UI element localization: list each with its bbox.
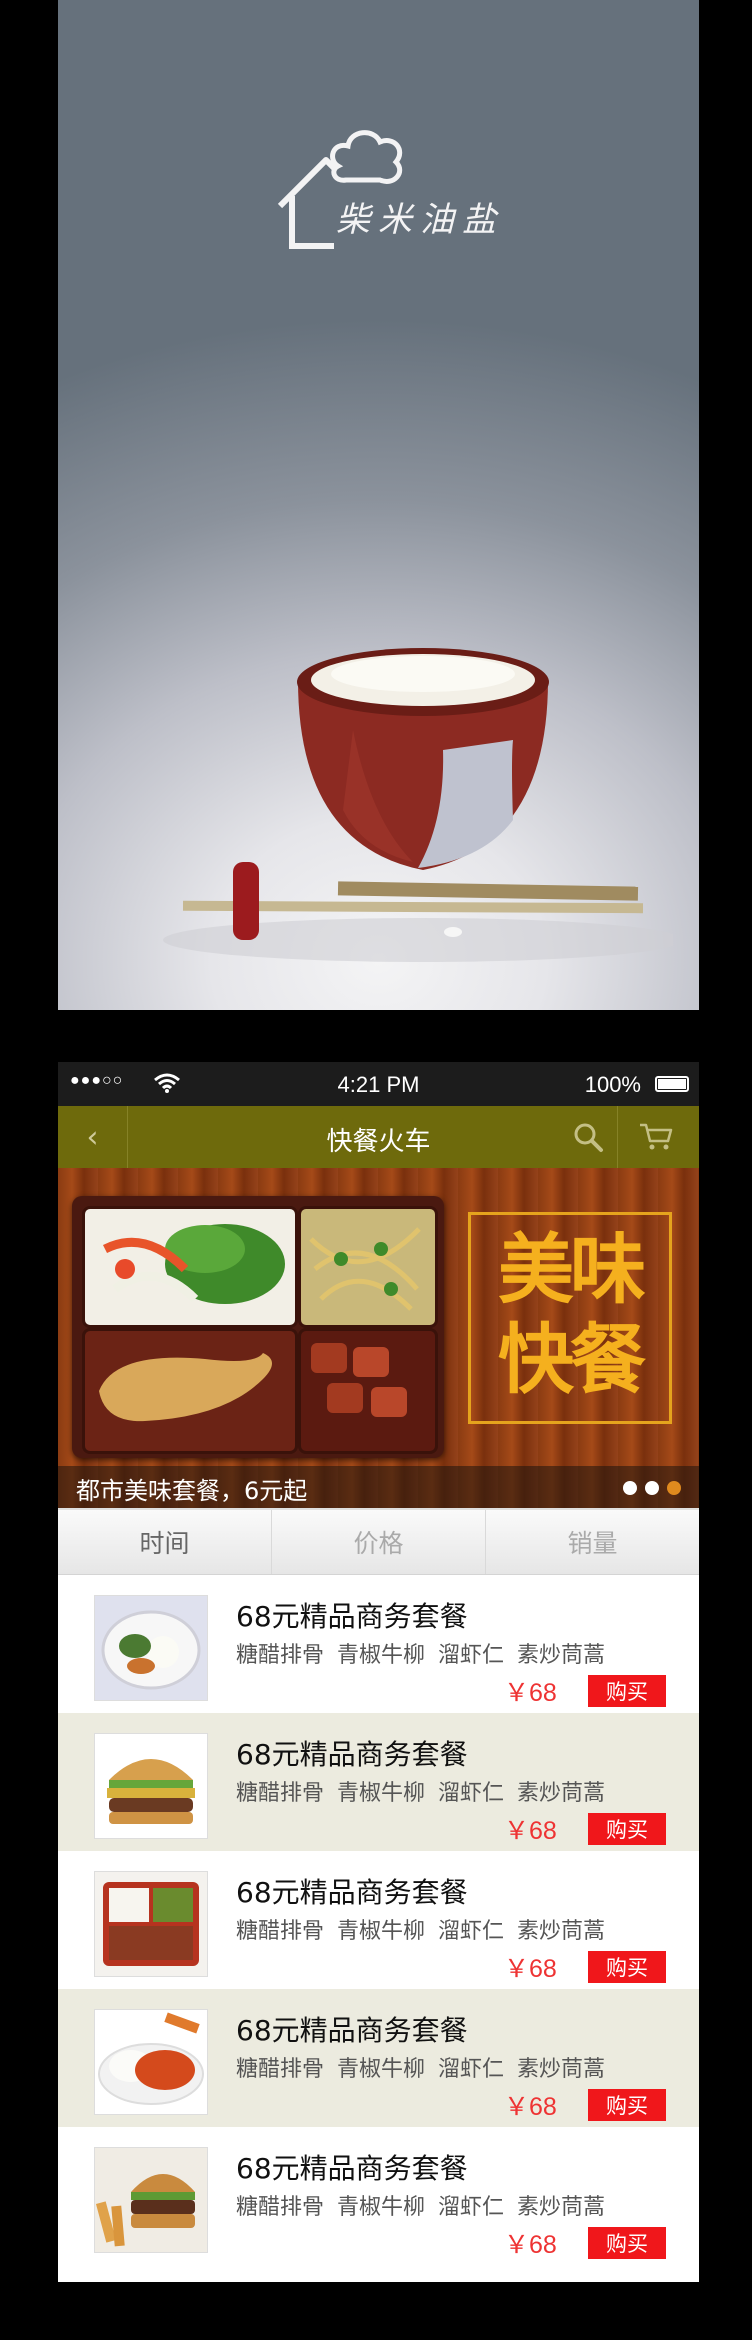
product-description: 糖醋排骨 青椒牛柳 溜虾仁 素炒茼蒿 [236,1643,605,1668]
banner-caption-bar: 都市美味套餐，6元起 [58,1466,699,1508]
tab-time[interactable]: 时间 [58,1510,272,1574]
product-name: 68元精品商务套餐 [236,1876,468,1909]
cart-button[interactable] [624,1106,688,1168]
product-thumbnail [94,1595,208,1701]
product-description: 糖醋排骨 青椒牛柳 溜虾仁 素炒茼蒿 [236,1919,605,1944]
list-item[interactable]: 68元精品商务套餐 糖醋排骨 青椒牛柳 溜虾仁 素炒茼蒿 ￥68 购买 [58,1851,699,1989]
noodle-compartment [298,1206,438,1328]
product-name: 68元精品商务套餐 [236,1600,468,1633]
sort-tabs: 时间 价格 销量 [58,1508,699,1575]
buy-button[interactable]: 购买 [588,1813,666,1845]
search-icon [574,1123,603,1152]
brand-logo: 柴米油盐 [276,120,536,260]
app-screen: ●●●○○ 4:21 PM 100% ‹ 快餐火车 美味 快餐 都市美味套餐，6… [58,1062,699,2282]
product-thumbnail [94,2009,208,2115]
product-description: 糖醋排骨 青椒牛柳 溜虾仁 素炒茼蒿 [236,2057,605,2082]
banner-title-line-2: 快餐 [498,1315,646,1404]
banner-title-line-1: 美味 [498,1225,646,1314]
product-name: 68元精品商务套餐 [236,2152,468,2185]
buy-button[interactable]: 购买 [588,1951,666,1983]
product-list: 68元精品商务套餐 糖醋排骨 青椒牛柳 溜虾仁 素炒茼蒿 ￥68 购买 68元精… [58,1575,699,2265]
buy-button[interactable]: 购买 [588,2227,666,2259]
list-item[interactable]: 68元精品商务套餐 糖醋排骨 青椒牛柳 溜虾仁 素炒茼蒿 ￥68 购买 [58,1713,699,1851]
product-name: 68元精品商务套餐 [236,2014,468,2047]
bento-tray-image [72,1196,444,1458]
product-price: ￥68 [504,1817,557,1845]
product-price: ￥68 [504,1679,557,1707]
status-bar: ●●●○○ 4:21 PM 100% [58,1062,699,1106]
pork-compartment [298,1328,438,1454]
list-item[interactable]: 68元精品商务套餐 糖醋排骨 青椒牛柳 溜虾仁 素炒茼蒿 ￥68 购买 [58,1989,699,2127]
nav-bar: ‹ 快餐火车 [58,1106,699,1168]
product-price: ￥68 [504,2093,557,2121]
product-description: 糖醋排骨 青椒牛柳 溜虾仁 素炒茼蒿 [236,1781,605,1806]
logo-text: 柴米油盐 [336,200,504,240]
battery-percent: 100% [584,1072,641,1097]
splash-screen: 柴米油盐 [58,0,699,1010]
product-price: ￥68 [504,2231,557,2259]
banner-title-box: 美味 快餐 [468,1212,672,1424]
product-thumbnail [94,2147,208,2253]
list-item[interactable]: 68元精品商务套餐 糖醋排骨 青椒牛柳 溜虾仁 素炒茼蒿 ￥68 购买 [58,2127,699,2265]
rice-bowl-illustration [163,648,673,962]
product-name: 68元精品商务套餐 [236,1738,468,1771]
list-item[interactable]: 68元精品商务套餐 糖醋排骨 青椒牛柳 溜虾仁 素炒茼蒿 ￥68 购买 [58,1575,699,1713]
salad-compartment [82,1206,298,1328]
chicken-compartment [82,1328,298,1454]
search-button[interactable] [558,1106,618,1168]
buy-button[interactable]: 购买 [588,1675,666,1707]
tab-price[interactable]: 价格 [272,1510,486,1574]
product-price: ￥68 [504,1955,557,1983]
product-description: 糖醋排骨 青椒牛柳 溜虾仁 素炒茼蒿 [236,2195,605,2220]
tab-sales[interactable]: 销量 [486,1510,699,1574]
product-thumbnail [94,1733,208,1839]
carousel-dots [623,1481,681,1495]
promo-banner[interactable]: 美味 快餐 都市美味套餐，6元起 [58,1168,699,1508]
carousel-dot[interactable] [645,1481,659,1495]
product-thumbnail [94,1871,208,1977]
carousel-dot-active[interactable] [667,1481,681,1495]
cart-icon [640,1123,673,1150]
carousel-dot[interactable] [623,1481,637,1495]
buy-button[interactable]: 购买 [588,2089,666,2121]
battery-icon [655,1076,689,1092]
banner-caption: 都市美味套餐，6元起 [76,1477,308,1505]
